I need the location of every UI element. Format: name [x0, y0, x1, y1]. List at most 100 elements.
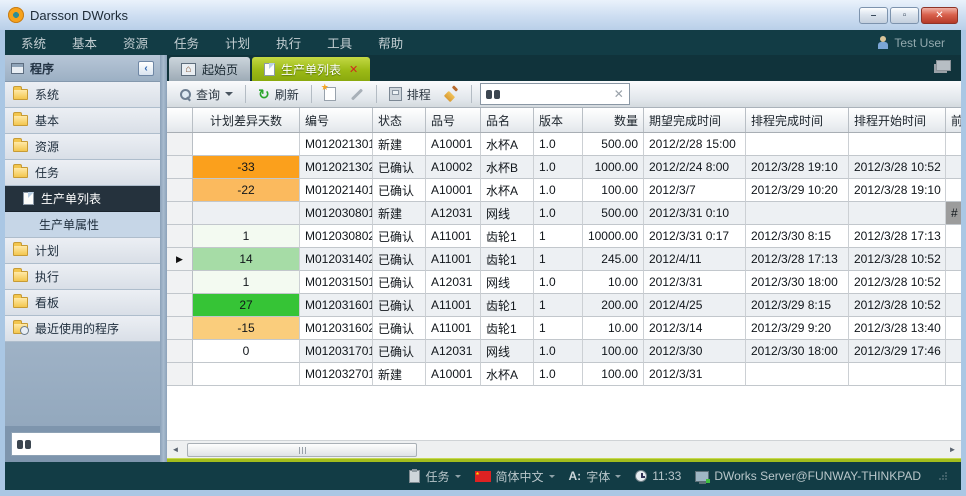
tab-close-icon[interactable]: ✕ — [349, 63, 358, 76]
sidebar-item[interactable]: 执行 — [5, 264, 160, 290]
table-row[interactable]: 0M012031701已确认A12031网线1.0100.002012/3/30… — [167, 340, 961, 363]
cell-排程完成时间: 2012/3/28 19:10 — [746, 156, 849, 179]
cell-partial — [946, 317, 961, 340]
cell-排程完成时间: 2012/3/28 17:13 — [746, 248, 849, 271]
column-header-状态[interactable]: 状态 — [373, 108, 426, 132]
sidebar-item[interactable]: 任务 — [5, 160, 160, 186]
menu-item-基本[interactable]: 基本 — [72, 33, 97, 52]
diff-days-cell: -33 — [193, 156, 300, 179]
menu-item-资源[interactable]: 资源 — [123, 33, 148, 52]
clear-schedule-button[interactable] — [441, 85, 463, 103]
cell-品名: 水杯A — [481, 133, 534, 156]
window-list-icon[interactable] — [936, 60, 951, 71]
cell-状态: 新建 — [373, 363, 426, 386]
column-header-品名[interactable]: 品名 — [481, 108, 534, 132]
horizontal-scrollbar[interactable]: ◄ ► — [167, 440, 961, 458]
column-header-前[interactable]: 前 — [946, 108, 961, 132]
toolbar-search-box: ✕ — [480, 83, 630, 105]
cell-partial — [946, 133, 961, 156]
cell-品名: 水杯A — [481, 179, 534, 202]
cell-品名: 齿轮1 — [481, 317, 534, 340]
sidebar-item[interactable]: 计划 — [5, 238, 160, 264]
table-row[interactable]: 1M012030802已确认A11001齿轮1110000.002012/3/3… — [167, 225, 961, 248]
cell-排程完成时间 — [746, 363, 849, 386]
edit-button[interactable] — [346, 91, 368, 98]
cell-品号: A12031 — [426, 340, 481, 363]
menu-item-帮助[interactable]: 帮助 — [378, 33, 403, 52]
menu-item-执行[interactable]: 执行 — [276, 33, 301, 52]
column-header-品号[interactable]: 品号 — [426, 108, 481, 132]
cell-排程完成时间: 2012/3/29 10:20 — [746, 179, 849, 202]
cell-排程开始时间 — [849, 202, 946, 225]
new-button[interactable] — [320, 85, 340, 103]
table-row[interactable]: -22M012021401已确认A10001水杯A1.0100.002012/3… — [167, 179, 961, 202]
schedule-button[interactable]: 排程 — [385, 84, 435, 105]
column-header-数量[interactable]: 数量 — [583, 108, 644, 132]
table-row[interactable]: M012021301新建A10001水杯A1.0500.002012/2/28 … — [167, 133, 961, 156]
cell-partial — [946, 294, 961, 317]
cell-排程完成时间: 2012/3/30 18:00 — [746, 340, 849, 363]
cell-排程完成时间: 2012/3/30 18:00 — [746, 271, 849, 294]
sidebar-splitter[interactable] — [160, 55, 167, 462]
scroll-right-icon[interactable]: ► — [944, 442, 961, 458]
table-row[interactable]: 27M012031601已确认A11001齿轮11200.002012/4/25… — [167, 294, 961, 317]
menu-item-工具[interactable]: 工具 — [327, 33, 352, 52]
cell-期望完成时间: 2012/3/7 — [644, 179, 746, 202]
maximize-button[interactable]: ▫ — [890, 7, 919, 24]
sidebar-item[interactable]: 看板 — [5, 290, 160, 316]
language-menu[interactable]: 简体中文 — [475, 468, 555, 485]
column-header-排程开始时间[interactable]: 排程开始时间 — [849, 108, 946, 132]
menu-item-系统[interactable]: 系统 — [21, 33, 46, 52]
column-header-排程完成时间[interactable]: 排程完成时间 — [746, 108, 849, 132]
folder-icon — [13, 167, 28, 178]
sidebar-item[interactable]: 生产单列表 — [5, 186, 160, 212]
query-button[interactable]: 查询 — [175, 84, 237, 105]
table-row[interactable]: M012030801新建A12031网线1.0500.002012/3/31 0… — [167, 202, 961, 225]
refresh-button[interactable]: ↻ 刷新 — [254, 84, 303, 105]
cell-品号: A12031 — [426, 202, 481, 225]
table-row[interactable]: M012032701新建A10001水杯A1.0100.002012/3/31 — [167, 363, 961, 386]
cell-状态: 已确认 — [373, 156, 426, 179]
font-menu[interactable]: A: 字体 — [569, 468, 622, 485]
sidebar-collapse-button[interactable]: ‹ — [138, 61, 154, 76]
cell-编号: M012021301 — [300, 133, 373, 156]
diff-days-cell — [193, 202, 300, 225]
menu-item-计划[interactable]: 计划 — [225, 33, 250, 52]
document-icon — [264, 63, 275, 76]
tab-生产单列表[interactable]: 生产单列表✕ — [252, 57, 370, 81]
column-header-编号[interactable]: 编号 — [300, 108, 373, 132]
sidebar-item[interactable]: 资源 — [5, 134, 160, 160]
table-row[interactable]: -15M012031602已确认A11001齿轮1110.002012/3/14… — [167, 317, 961, 340]
scroll-left-icon[interactable]: ◄ — [167, 442, 184, 458]
sidebar-item[interactable]: 基本 — [5, 108, 160, 134]
refresh-icon: ↻ — [258, 88, 270, 100]
menu-item-任务[interactable]: 任务 — [174, 33, 199, 52]
scrollbar-thumb[interactable] — [187, 443, 417, 457]
program-panel-icon — [11, 63, 24, 74]
cell-期望完成时间: 2012/4/25 — [644, 294, 746, 317]
table-row[interactable]: -33M012021302已确认A10002水杯B1.01000.002012/… — [167, 156, 961, 179]
navigation-sidebar: 程序 ‹ 系统基本资源任务生产单列表生产单属性计划执行看板最近使用的程序 ✕ — [5, 55, 160, 462]
sidebar-item[interactable]: 生产单属性 — [5, 212, 160, 238]
table-row[interactable]: 1M012031501已确认A12031网线1.010.002012/3/312… — [167, 271, 961, 294]
table-row[interactable]: ▶14M012031402已确认A11001齿轮11245.002012/4/1… — [167, 248, 961, 271]
sidebar-item[interactable]: 最近使用的程序 — [5, 316, 160, 342]
user-box[interactable]: Test User — [877, 36, 945, 50]
resize-grip[interactable] — [939, 472, 947, 480]
app-gear-icon — [8, 7, 24, 23]
cell-品号: A11001 — [426, 225, 481, 248]
cell-期望完成时间: 2012/2/24 8:00 — [644, 156, 746, 179]
column-header-期望完成时间[interactable]: 期望完成时间 — [644, 108, 746, 132]
cell-期望完成时间: 2012/3/31 0:10 — [644, 202, 746, 225]
column-header-版本[interactable]: 版本 — [534, 108, 583, 132]
toolbar-search-clear-icon[interactable]: ✕ — [614, 87, 624, 101]
close-button[interactable]: ✕ — [921, 7, 958, 24]
task-menu[interactable]: 任务 — [409, 468, 460, 485]
column-header-计划差异天数[interactable]: 计划差异天数 — [193, 108, 300, 132]
cell-期望完成时间: 2012/3/31 0:17 — [644, 225, 746, 248]
clipboard-icon — [409, 470, 420, 483]
tab-起始页[interactable]: ⌂起始页 — [169, 57, 250, 81]
toolbar-search-input[interactable] — [505, 87, 609, 101]
minimize-button[interactable]: – — [859, 7, 888, 24]
sidebar-item[interactable]: 系统 — [5, 82, 160, 108]
